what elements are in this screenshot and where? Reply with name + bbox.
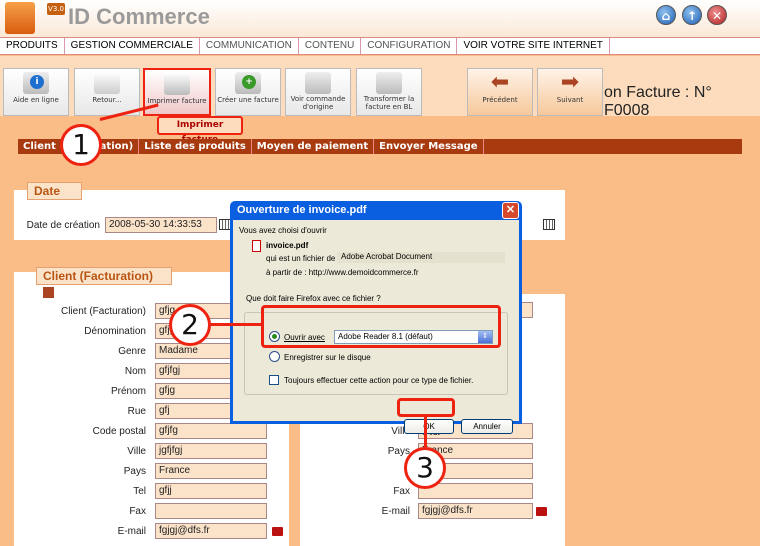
file-name: invoice.pdf: [266, 241, 309, 250]
client-field-8[interactable]: France: [155, 463, 267, 479]
save-label: Enregistrer sur le disque: [284, 353, 371, 362]
client-field-11[interactable]: fgjgj@dfs.fr: [155, 523, 267, 539]
house-icon: [376, 72, 402, 94]
left-arrow-icon: ⬅: [490, 70, 510, 95]
question-text: Que doit faire Firefox avec ce fichier ?: [246, 294, 381, 303]
date-field[interactable]: 2008-05-30 14:33:53: [105, 217, 217, 233]
cancel-button[interactable]: Annuler: [461, 419, 513, 434]
chosen-text: Vous avez choisi d'ouvrir: [239, 226, 327, 235]
main-menu: PRODUITS GESTION COMMERCIALE COMMUNICATI…: [0, 37, 760, 55]
previous-button[interactable]: ⬅ Précédent: [467, 68, 533, 116]
save-radio[interactable]: [269, 351, 280, 362]
next-button[interactable]: ➡ Suivant: [537, 68, 603, 116]
step3-highlight: [397, 398, 455, 417]
right-label-ville: Ville: [391, 426, 410, 437]
printer-icon: [164, 73, 190, 95]
tab-paiement[interactable]: Moyen de paiement: [252, 139, 375, 154]
source-text: à partir de : http://www.demoidcommerce.…: [266, 268, 419, 277]
add-document-icon: +: [235, 72, 261, 94]
menu-produits[interactable]: PRODUITS: [0, 38, 65, 54]
tab-bar: Client (Facturation) Liste des produits …: [18, 139, 742, 154]
client-label-7: Ville: [127, 446, 146, 457]
up-arrow-icon[interactable]: ↑: [682, 5, 702, 25]
tab-message[interactable]: Envoyer Message: [374, 139, 484, 154]
dialog-close-icon[interactable]: ✕: [502, 202, 519, 219]
help-button[interactable]: i Aide en ligne: [3, 68, 69, 116]
top-bar: V3.0 ID Commerce ⌂ ↑ ✕: [0, 0, 760, 37]
client-label-8: Pays: [123, 466, 146, 477]
menu-gestion-commerciale[interactable]: GESTION COMMERCIALE: [65, 38, 200, 54]
page-title: on Facture : N° F0008: [604, 84, 712, 119]
menu-contenu[interactable]: CONTENU: [299, 38, 362, 54]
step3-badge: 3: [404, 447, 446, 489]
always-checkbox[interactable]: [269, 375, 279, 385]
menu-configuration[interactable]: CONFIGURATION: [361, 38, 458, 54]
client-label-3: Nom: [124, 366, 146, 377]
tab-produits[interactable]: Liste des produits: [139, 139, 252, 154]
client-label-10: Fax: [129, 506, 146, 517]
print-invoice-button[interactable]: Imprimer facture: [143, 68, 211, 116]
client-field-9[interactable]: gfjj: [155, 483, 267, 499]
step2-badge: 2: [169, 304, 211, 346]
client-label-2: Genre: [118, 346, 146, 357]
logo: [5, 2, 35, 34]
document-edit-icon: [94, 72, 120, 94]
client-label-1: Dénomination: [84, 326, 146, 337]
client-label-5: Rue: [127, 406, 146, 417]
client-label-6: Code postal: [92, 426, 146, 437]
client-field-10[interactable]: [155, 503, 267, 519]
client-label-11: E-mail: [117, 526, 146, 537]
client-field-7[interactable]: jgfjfgj: [155, 443, 267, 459]
dialog-titlebar: Ouverture de invoice.pdf ✕: [233, 201, 519, 220]
step1-badge: 1: [60, 124, 102, 166]
menu-communication[interactable]: COMMUNICATION: [200, 38, 299, 54]
back-button[interactable]: Retour...: [74, 68, 140, 116]
right-label-pays: Pays: [387, 446, 410, 457]
user-icon: [43, 287, 54, 299]
client-label-4: Prénom: [110, 386, 146, 397]
mail-icon-client[interactable]: [272, 527, 283, 536]
cart-icon: [305, 72, 331, 94]
client-section-title: Client (Facturation): [36, 267, 172, 299]
step2-connector: [210, 323, 262, 326]
mail-icon[interactable]: [536, 507, 547, 516]
type-value: Adobe Acrobat Document: [337, 252, 505, 263]
help-icon: i: [23, 72, 49, 94]
date-section-title: Date: [27, 182, 82, 200]
print-tooltip: Imprimer facture: [157, 116, 243, 145]
date-label: Date de création: [26, 220, 100, 231]
close-icon[interactable]: ✕: [707, 5, 727, 25]
view-order-button[interactable]: Voir commande d'origine: [285, 68, 351, 116]
app-title: ID Commerce: [68, 4, 210, 29]
create-invoice-button[interactable]: + Créer une facture: [215, 68, 281, 116]
right-arrow-icon: ➡: [560, 70, 580, 95]
right-field-email[interactable]: fgjgj@dfs.fr: [418, 503, 533, 519]
client-field-6[interactable]: gfjfg: [155, 423, 267, 439]
transform-bl-button[interactable]: Transformer la facture en BL: [356, 68, 422, 116]
client-label-0: Client (Facturation): [60, 306, 146, 317]
client-label-9: Tel: [133, 486, 146, 497]
step2-highlight: [261, 305, 501, 348]
right-label-email: E-mail: [381, 506, 410, 517]
step3-connector: [424, 417, 427, 447]
pdf-icon: [252, 240, 261, 252]
always-label: Toujours effectuer cette action pour ce …: [284, 376, 474, 385]
calendar-icon-2[interactable]: [543, 219, 555, 230]
version-badge: V3.0: [47, 3, 65, 15]
menu-voir-site[interactable]: VOIR VOTRE SITE INTERNET: [457, 38, 610, 54]
ok-button[interactable]: OK: [404, 419, 454, 434]
home-icon[interactable]: ⌂: [656, 5, 676, 25]
right-label-fax: Fax: [393, 486, 410, 497]
